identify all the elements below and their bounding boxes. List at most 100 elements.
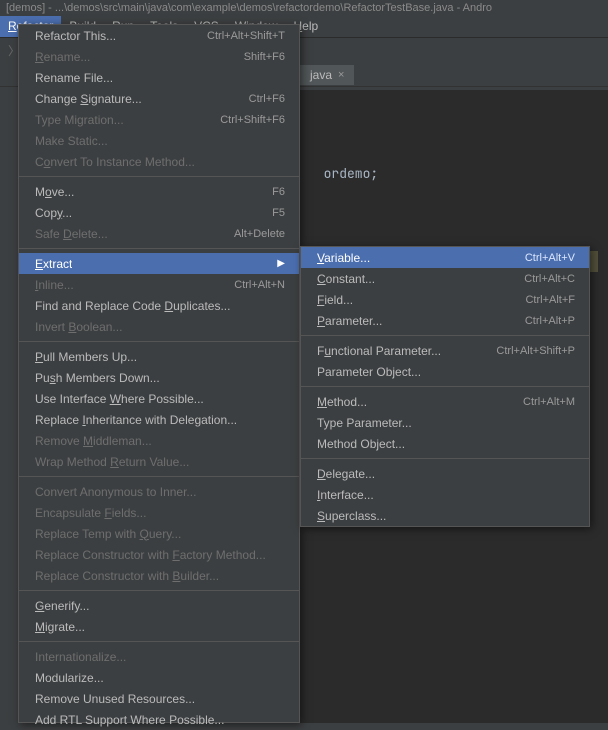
menu-item[interactable]: Find and Replace Code Duplicates... — [19, 295, 299, 316]
menu-item-label: Find and Replace Code Duplicates... — [35, 299, 230, 313]
menu-item: Rename... Shift+F6 — [19, 46, 299, 67]
menu-item[interactable]: Remove Unused Resources... — [19, 688, 299, 709]
menu-item-label: Push Members Down... — [35, 371, 160, 385]
menu-item[interactable]: Method Object... — [301, 433, 589, 454]
menu-item: Make Static... — [19, 130, 299, 151]
menu-item[interactable]: Type Parameter... — [301, 412, 589, 433]
menu-item: Replace Constructor with Factory Method.… — [19, 544, 299, 565]
menu-item-label: Inline... — [35, 278, 74, 292]
menu-item[interactable]: Rename File... — [19, 67, 299, 88]
menu-item[interactable]: Method... Ctrl+Alt+M — [301, 391, 589, 412]
menu-item-label: Modularize... — [35, 671, 104, 685]
menu-item-label: Replace Constructor with Builder... — [35, 569, 219, 583]
menu-item-label: Change Signature... — [35, 92, 142, 106]
menu-item-label: Extract — [35, 257, 72, 271]
menu-item-label: Rename File... — [35, 71, 113, 85]
menu-shortcut: Ctrl+Alt+P — [525, 315, 575, 327]
menu-item[interactable]: Parameter Object... — [301, 361, 589, 382]
menu-item-label: Convert To Instance Method... — [35, 155, 195, 169]
menu-item[interactable]: Generify... — [19, 595, 299, 616]
menu-item[interactable]: Copy...F5 — [19, 202, 299, 223]
menu-shortcut: Alt+Delete — [234, 228, 285, 240]
refactor-menu-popup: Refactor This...Ctrl+Alt+Shift+TRename..… — [18, 24, 300, 723]
menu-item: Replace Constructor with Builder... — [19, 565, 299, 586]
menu-item[interactable]: Modularize... — [19, 667, 299, 688]
menu-item[interactable]: Field... Ctrl+Alt+F — [301, 289, 589, 310]
menu-item[interactable]: Delegate... — [301, 463, 589, 484]
menu-item[interactable]: Extract ▶ — [19, 253, 299, 274]
menu-item-label: Parameter... — [317, 314, 382, 328]
menu-item[interactable]: Push Members Down... — [19, 367, 299, 388]
close-icon[interactable]: × — [338, 69, 344, 81]
menu-separator — [19, 476, 299, 477]
menu-shortcut: Ctrl+Shift+F6 — [220, 114, 285, 126]
menu-shortcut: Shift+F6 — [244, 51, 285, 63]
menu-shortcut: Ctrl+Alt+N — [234, 279, 285, 291]
menu-item-label: Field... — [317, 293, 353, 307]
menu-item-label: Internationalize... — [35, 650, 126, 664]
menu-item-label: Constant... — [317, 272, 375, 286]
menu-item: Inline... Ctrl+Alt+N — [19, 274, 299, 295]
menu-separator — [301, 335, 589, 336]
menu-separator — [19, 341, 299, 342]
menu-item: Replace Temp with Query... — [19, 523, 299, 544]
menu-item-label: Add RTL Support Where Possible... — [35, 713, 224, 727]
menu-separator — [19, 641, 299, 642]
menu-item-label: Variable... — [317, 251, 370, 265]
menu-item[interactable]: Add RTL Support Where Possible... — [19, 709, 299, 730]
tab-label: java — [310, 68, 332, 82]
menu-item: Encapsulate Fields... — [19, 502, 299, 523]
menu-item[interactable]: Migrate... — [19, 616, 299, 637]
menu-shortcut: Ctrl+Alt+Shift+P — [496, 345, 575, 357]
menu-item-label: Replace Temp with Query... — [35, 527, 181, 541]
editor-tab[interactable]: java × — [300, 65, 355, 85]
menu-shortcut: Ctrl+Alt+F — [525, 294, 575, 306]
menu-item-label: Pull Members Up... — [35, 350, 137, 364]
menu-item-label: Method... — [317, 395, 367, 409]
menu-separator — [301, 386, 589, 387]
menu-item-label: Migrate... — [35, 620, 85, 634]
menu-item-label: Copy... — [35, 206, 72, 220]
menu-shortcut: Ctrl+Alt+M — [523, 396, 575, 408]
menu-item: Invert Boolean... — [19, 316, 299, 337]
menu-item-label: Use Interface Where Possible... — [35, 392, 204, 406]
menu-item[interactable]: Replace Inheritance with Delegation... — [19, 409, 299, 430]
menu-item-label: Interface... — [317, 488, 374, 502]
menu-item-label: Wrap Method Return Value... — [35, 455, 189, 469]
menu-shortcut: Ctrl+Alt+V — [525, 252, 575, 264]
menu-shortcut: Ctrl+F6 — [249, 93, 285, 105]
menu-item: Convert Anonymous to Inner... — [19, 481, 299, 502]
title-bar: [demos] - ...\demos\src\main\java\com\ex… — [0, 0, 608, 16]
menu-item[interactable]: Use Interface Where Possible... — [19, 388, 299, 409]
menu-item-label: Rename... — [35, 50, 90, 64]
chevron-right-icon: ▶ — [277, 258, 285, 269]
menu-item-label: Convert Anonymous to Inner... — [35, 485, 196, 499]
menu-item[interactable]: Move...F6 — [19, 181, 299, 202]
menu-item-label: Type Migration... — [35, 113, 124, 127]
menu-item: Internationalize... — [19, 646, 299, 667]
menu-item-label: Type Parameter... — [317, 416, 412, 430]
menu-item[interactable]: Interface... — [301, 484, 589, 505]
menu-separator — [19, 248, 299, 249]
menu-item-label: Move... — [35, 185, 74, 199]
menu-item[interactable]: Superclass... — [301, 505, 589, 526]
menu-item-label: Safe Delete... — [35, 227, 108, 241]
menu-item-label: Replace Constructor with Factory Method.… — [35, 548, 266, 562]
menu-item-label: Remove Middleman... — [35, 434, 152, 448]
menu-item[interactable]: Change Signature... Ctrl+F6 — [19, 88, 299, 109]
menu-item: Remove Middleman... — [19, 430, 299, 451]
extract-submenu-popup: Variable... Ctrl+Alt+V Constant... Ctrl+Alt… — [300, 246, 590, 527]
menu-item[interactable]: Pull Members Up... — [19, 346, 299, 367]
menu-item[interactable]: Functional Parameter...Ctrl+Alt+Shift+P — [301, 340, 589, 361]
menu-shortcut: Ctrl+Alt+C — [524, 273, 575, 285]
menu-item[interactable]: Refactor This...Ctrl+Alt+Shift+T — [19, 25, 299, 46]
menu-item-label: Make Static... — [35, 134, 108, 148]
menu-item-label: Remove Unused Resources... — [35, 692, 195, 706]
gutter — [0, 88, 18, 723]
menu-item-label: Parameter Object... — [317, 365, 421, 379]
menu-item-label: Generify... — [35, 599, 89, 613]
menu-item[interactable]: Variable... Ctrl+Alt+V — [301, 247, 589, 268]
menu-item: Wrap Method Return Value... — [19, 451, 299, 472]
menu-item[interactable]: Constant... Ctrl+Alt+C — [301, 268, 589, 289]
menu-item[interactable]: Parameter... Ctrl+Alt+P — [301, 310, 589, 331]
